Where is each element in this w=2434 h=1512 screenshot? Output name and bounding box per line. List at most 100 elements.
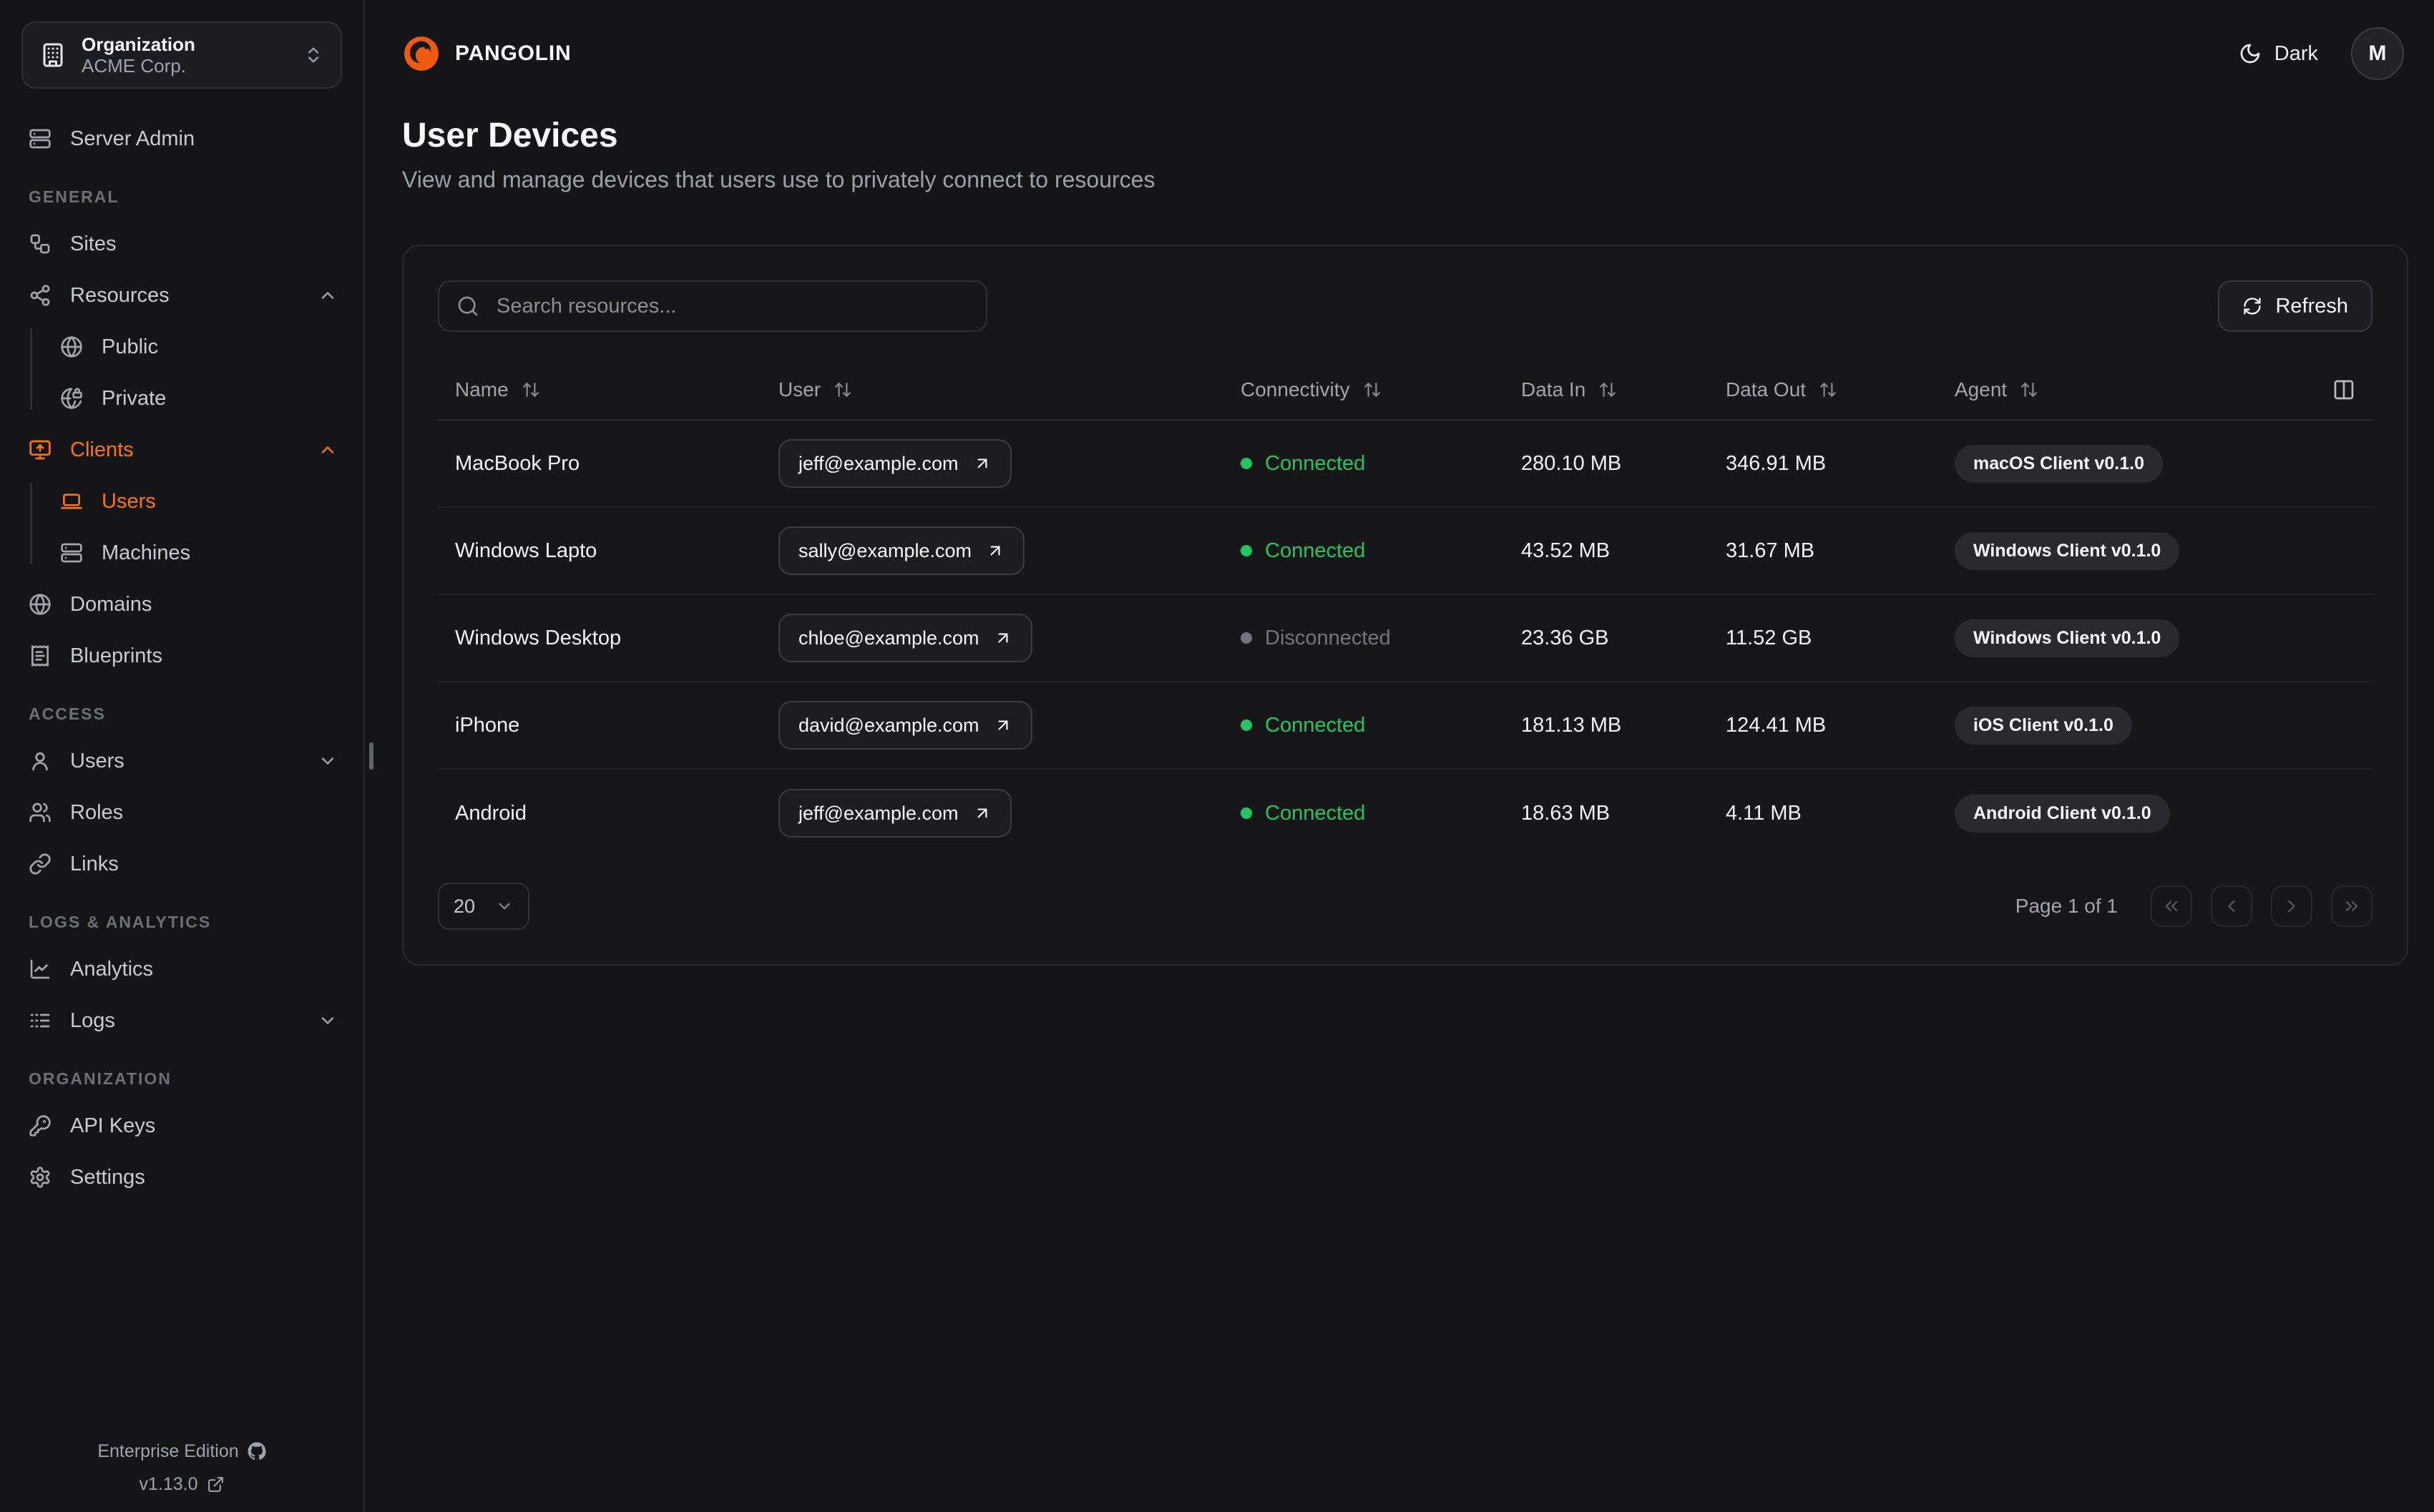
user-link-button[interactable]: chloe@example.com	[778, 614, 1032, 662]
arrow-up-right-icon	[998, 633, 1008, 643]
data-in-value: 23.36 GB	[1521, 626, 1609, 649]
first-page-button[interactable]	[2151, 885, 2192, 927]
columns-toggle-icon[interactable]	[2332, 378, 2355, 401]
page-size-select[interactable]: 20	[438, 883, 529, 930]
avatar[interactable]: M	[2351, 27, 2404, 80]
sidebar-footer: Enterprise Edition v1.13.0	[0, 1435, 363, 1501]
data-out-value: 346.91 MB	[1726, 451, 1827, 475]
page-title: User Devices	[402, 117, 618, 154]
device-name: Windows Desktop	[455, 626, 622, 649]
user-link-button[interactable]: jeff@example.com	[778, 789, 1012, 838]
table-row: Windows Lapto sally@example.com Connecte…	[438, 508, 2372, 595]
pagination: 20 Page 1 of 1	[438, 883, 2372, 930]
refresh-icon	[2244, 298, 2262, 315]
sidebar-item-machines[interactable]: Machines	[29, 530, 338, 576]
user-link-button[interactable]: jeff@example.com	[778, 439, 1012, 488]
column-header-data-in[interactable]: Data In	[1504, 378, 1709, 401]
status-badge: Disconnected	[1241, 627, 1487, 650]
device-name: iPhone	[455, 713, 520, 737]
sidebar-item-settings[interactable]: Settings	[29, 1154, 338, 1200]
sidebar-item-resources[interactable]: Resources	[29, 273, 338, 318]
user-link-button[interactable]: david@example.com	[778, 701, 1032, 750]
sidebar-resize-handle[interactable]	[369, 742, 373, 770]
sidebar-nav: Server Admin GENERAL Sites Resources Pub…	[0, 110, 363, 1200]
agent-badge: macOS Client v0.1.0	[1955, 444, 2164, 483]
user-email: jeff@example.com	[798, 802, 959, 824]
prev-page-button[interactable]	[2211, 885, 2252, 927]
version-line[interactable]: v1.13.0	[0, 1468, 363, 1501]
status-label: Connected	[1265, 539, 1366, 562]
edition-line[interactable]: Enterprise Edition	[0, 1435, 363, 1468]
brand-name: PANGOLIN	[455, 41, 572, 65]
column-label: Connectivity	[1241, 378, 1350, 401]
chevrons-left-icon	[2165, 901, 2178, 911]
org-selector[interactable]: Organization ACME Corp.	[21, 21, 342, 89]
column-label: Name	[455, 378, 509, 401]
app-root: Organization ACME Corp. Server Admin GEN…	[0, 0, 2434, 1512]
refresh-button[interactable]: Refresh	[2218, 280, 2372, 332]
theme-toggle[interactable]: Dark	[2239, 42, 2318, 66]
column-header-user[interactable]: User	[761, 378, 1223, 401]
sidebar-item-links[interactable]: Links	[29, 841, 338, 887]
status-badge: Connected	[1241, 802, 1487, 825]
sidebar-item-blueprints[interactable]: Blueprints	[29, 633, 338, 679]
status-label: Connected	[1265, 451, 1366, 475]
sidebar-item-server-admin[interactable]: Server Admin	[29, 116, 338, 162]
share-network-icon	[30, 285, 50, 306]
chevron-down-icon	[321, 757, 334, 765]
globe-lock-icon	[61, 388, 82, 409]
devices-card: Refresh Name User Connectivity	[402, 245, 2408, 966]
status-dot-icon	[1241, 545, 1252, 556]
sidebar-item-clients[interactable]: Clients	[29, 427, 338, 473]
column-header-connectivity[interactable]: Connectivity	[1223, 378, 1504, 401]
search-box	[438, 280, 987, 332]
sidebar-item-analytics[interactable]: Analytics	[29, 946, 338, 992]
column-header-name[interactable]: Name	[438, 378, 761, 401]
status-dot-icon	[1241, 458, 1252, 469]
sort-icon	[835, 383, 851, 397]
section-access: ACCESS	[29, 705, 106, 723]
sidebar-item-roles[interactable]: Roles	[29, 790, 338, 835]
search-input[interactable]	[494, 293, 969, 320]
sidebar-item-sites[interactable]: Sites	[29, 221, 338, 267]
arrow-up-right-icon	[977, 458, 987, 468]
table-header-row: Name User Connectivity Data In Data Out …	[438, 360, 2372, 421]
connectivity-cell: Connected	[1223, 802, 1504, 825]
section-organization: ORGANIZATION	[29, 1069, 172, 1088]
sort-icon	[522, 383, 539, 397]
sidebar-item-label: Machines	[102, 541, 191, 564]
column-header-data-out[interactable]: Data Out	[1709, 378, 1937, 401]
main-area: PANGOLIN Dark M User Devices View and ma…	[366, 0, 2434, 1512]
brand[interactable]: PANGOLIN	[402, 34, 572, 73]
status-badge: Connected	[1241, 714, 1487, 737]
server-icon	[29, 129, 51, 149]
sidebar-item-private[interactable]: Private	[29, 375, 338, 421]
sidebar-item-domains[interactable]: Domains	[29, 581, 338, 627]
laptop-icon	[61, 494, 82, 509]
sidebar-item-api-keys[interactable]: API Keys	[29, 1103, 338, 1149]
refresh-label: Refresh	[2275, 294, 2348, 318]
column-label: Data Out	[1726, 378, 1807, 401]
sidebar-item-public[interactable]: Public	[29, 324, 338, 370]
clients-subgroup: Users Machines	[29, 478, 338, 576]
sidebar-item-label: Settings	[70, 1165, 145, 1189]
chevrons-right-icon	[2345, 901, 2358, 911]
sidebar-item-label: Links	[70, 852, 119, 875]
agent-cell: macOS Client v0.1.0	[1937, 444, 2372, 483]
data-out-value: 31.67 MB	[1726, 539, 1815, 562]
sidebar-item-access-users[interactable]: Users	[29, 738, 338, 784]
workflow-icon	[30, 234, 50, 254]
sidebar-item-logs[interactable]: Logs	[29, 998, 338, 1044]
user-link-button[interactable]: sally@example.com	[778, 526, 1025, 575]
agent-cell: iOS Client v0.1.0	[1937, 706, 2372, 745]
table-row: MacBook Pro jeff@example.com Connected 2…	[438, 421, 2372, 508]
agent-header-group[interactable]: Agent	[1955, 378, 2038, 401]
user-email: chloe@example.com	[798, 627, 979, 649]
page-subtitle: View and manage devices that users use t…	[402, 167, 1155, 192]
sidebar-item-client-users[interactable]: Users	[29, 478, 338, 524]
next-page-button[interactable]	[2271, 885, 2312, 927]
last-page-button[interactable]	[2331, 885, 2372, 927]
data-in-value: 43.52 MB	[1521, 539, 1611, 562]
page-info: Page 1 of 1	[2015, 895, 2118, 917]
building-icon	[43, 43, 63, 67]
